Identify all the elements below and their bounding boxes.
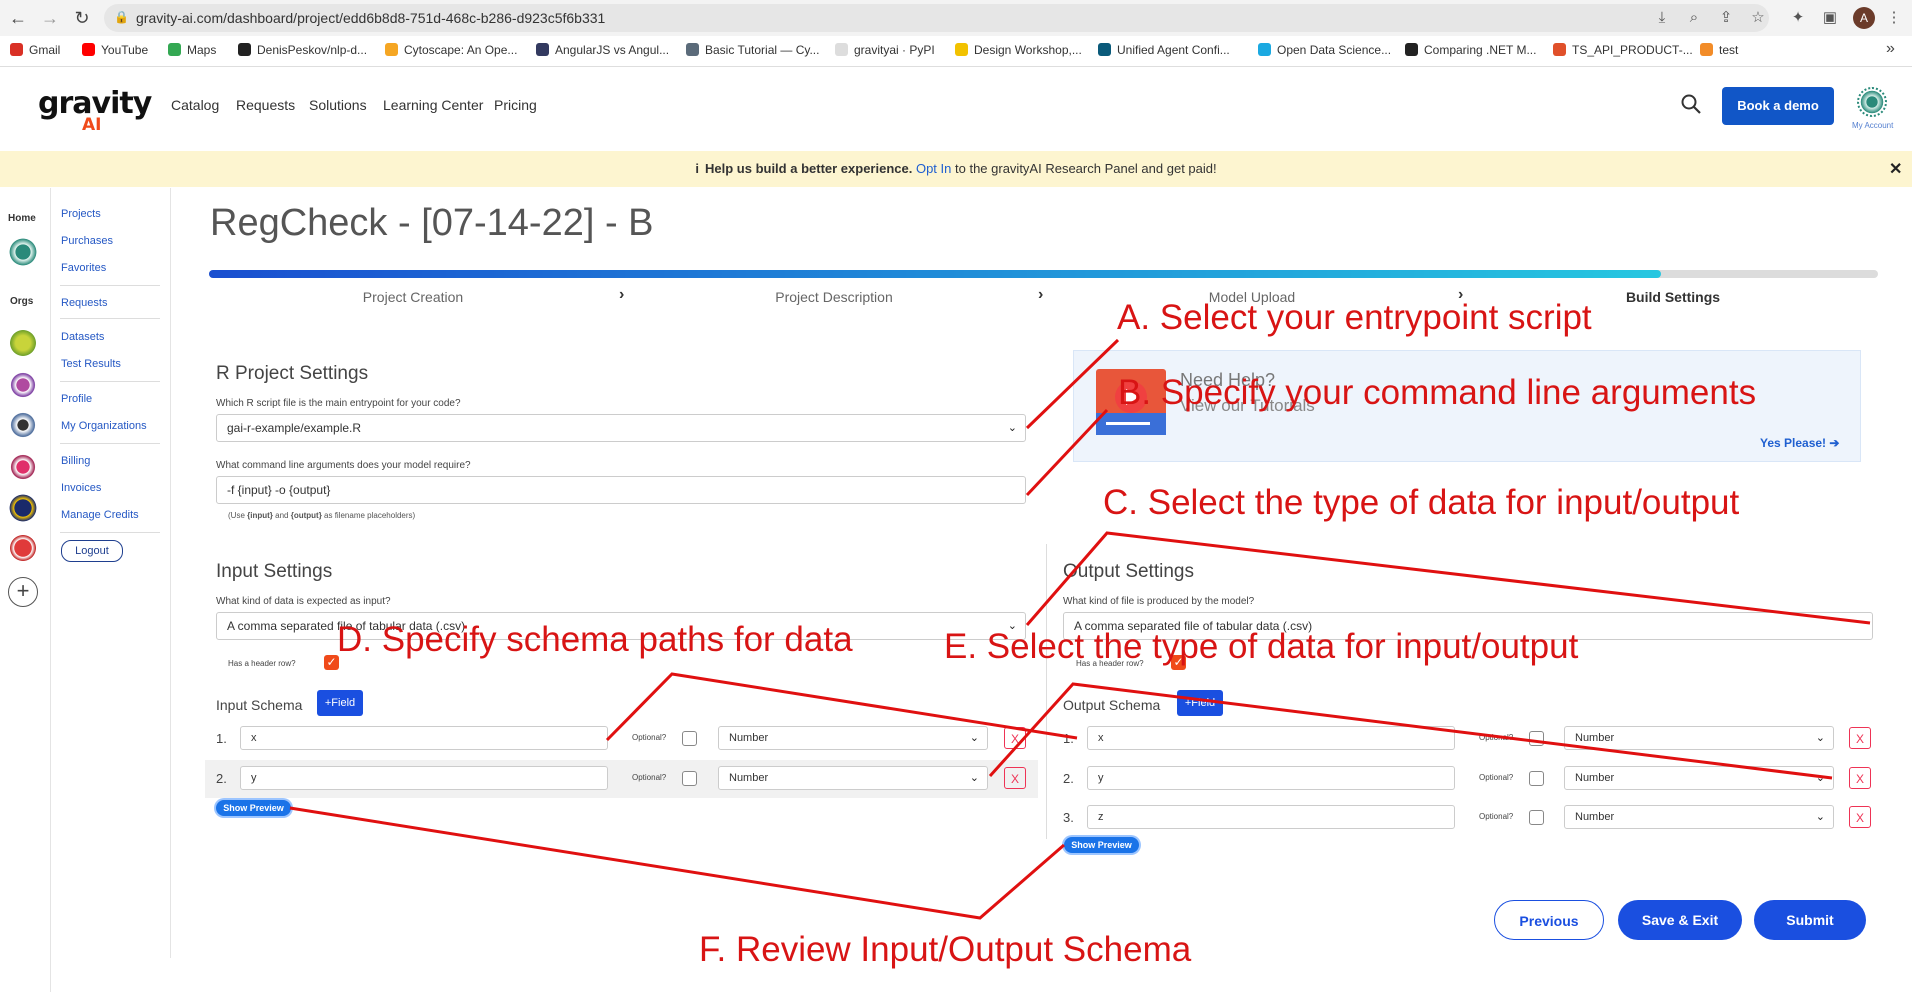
annotation-line-c (1025, 531, 1871, 626)
annotation-d: D. Specify schema paths for data (337, 620, 853, 659)
annotation-line-e (988, 682, 1833, 780)
annotation-b: B. Specify your command line arguments (1118, 373, 1757, 412)
annotation-line-b (1025, 408, 1109, 497)
annotation-line-f (289, 806, 1065, 920)
annotation-c: C. Select the type of data for input/out… (1103, 483, 1740, 522)
annotation-a: A. Select your entrypoint script (1117, 298, 1592, 337)
annotation-f: F. Review Input/Output Schema (699, 930, 1192, 969)
annotation-line-d (605, 672, 1078, 742)
annotation-e: E. Select the type of data for input/out… (944, 627, 1579, 666)
